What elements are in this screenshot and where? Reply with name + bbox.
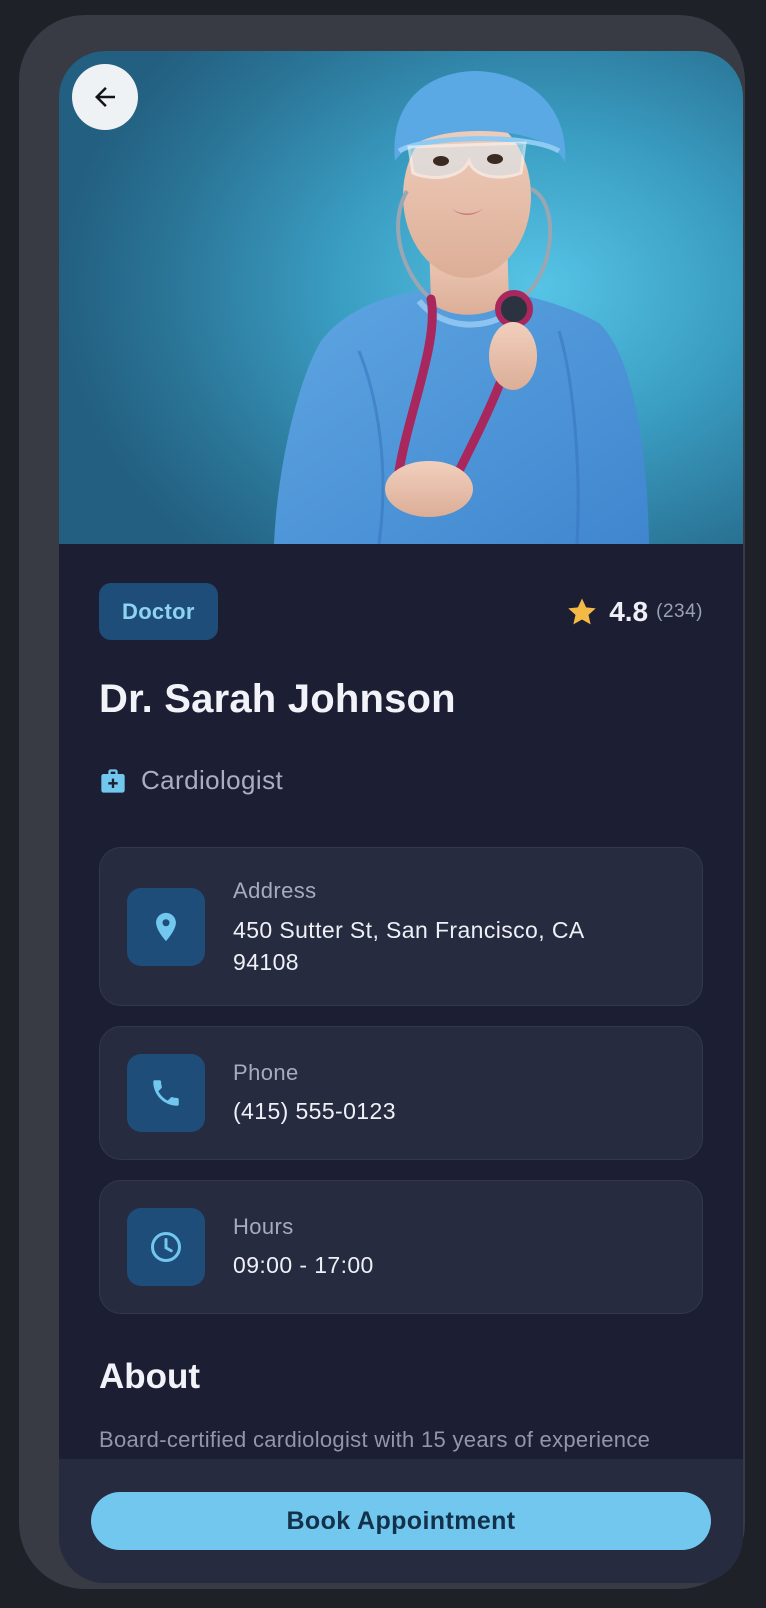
doctor-photo [59,51,743,544]
specialty-label: Cardiologist [141,765,284,795]
phone-icon [153,1080,179,1106]
address-card[interactable]: Address 450 Sutter St, San Francisco, CA… [99,847,703,1006]
arrow-left-icon [95,87,115,107]
hours-value: 09:00 - 17:00 [233,1252,374,1278]
phone-frame: Doctor 4.8 (234) Dr. Sarah Johnson Cardi… [19,15,745,1589]
back-button[interactable] [72,64,138,130]
hours-icon-tile [127,1208,205,1286]
hours-label: Hours [233,1214,294,1239]
star-icon [568,598,596,625]
phone-label: Phone [233,1060,299,1085]
location-pin-icon [156,912,176,942]
book-appointment-button[interactable]: Book Appointment [91,1492,711,1550]
clock-icon [151,1232,181,1262]
doctor-name: Dr. Sarah Johnson [99,677,456,721]
category-badge: Doctor [99,583,218,640]
hours-card[interactable]: Hours 09:00 - 17:00 [99,1180,703,1314]
phone-value: (415) 555-0123 [233,1098,396,1124]
address-value: 450 Sutter St, San Francisco, CA 94108 [233,917,584,975]
rating-score: 4.8 [609,596,649,627]
medical-bag-icon [101,768,125,793]
phone-card[interactable]: Phone (415) 555-0123 [99,1026,703,1160]
address-icon-tile [127,888,205,966]
specialty: Cardiologist [99,765,283,796]
phone-icon-tile [127,1054,205,1132]
address-label: Address [233,878,317,903]
rating-count: (234) [656,601,703,622]
bottom-action-bar: Book Appointment [59,1459,743,1583]
about-heading: About [99,1357,201,1396]
rating: 4.8 (234) [565,593,703,631]
screen: Doctor 4.8 (234) Dr. Sarah Johnson Cardi… [59,51,743,1583]
doctor-portrait-image [274,71,649,544]
